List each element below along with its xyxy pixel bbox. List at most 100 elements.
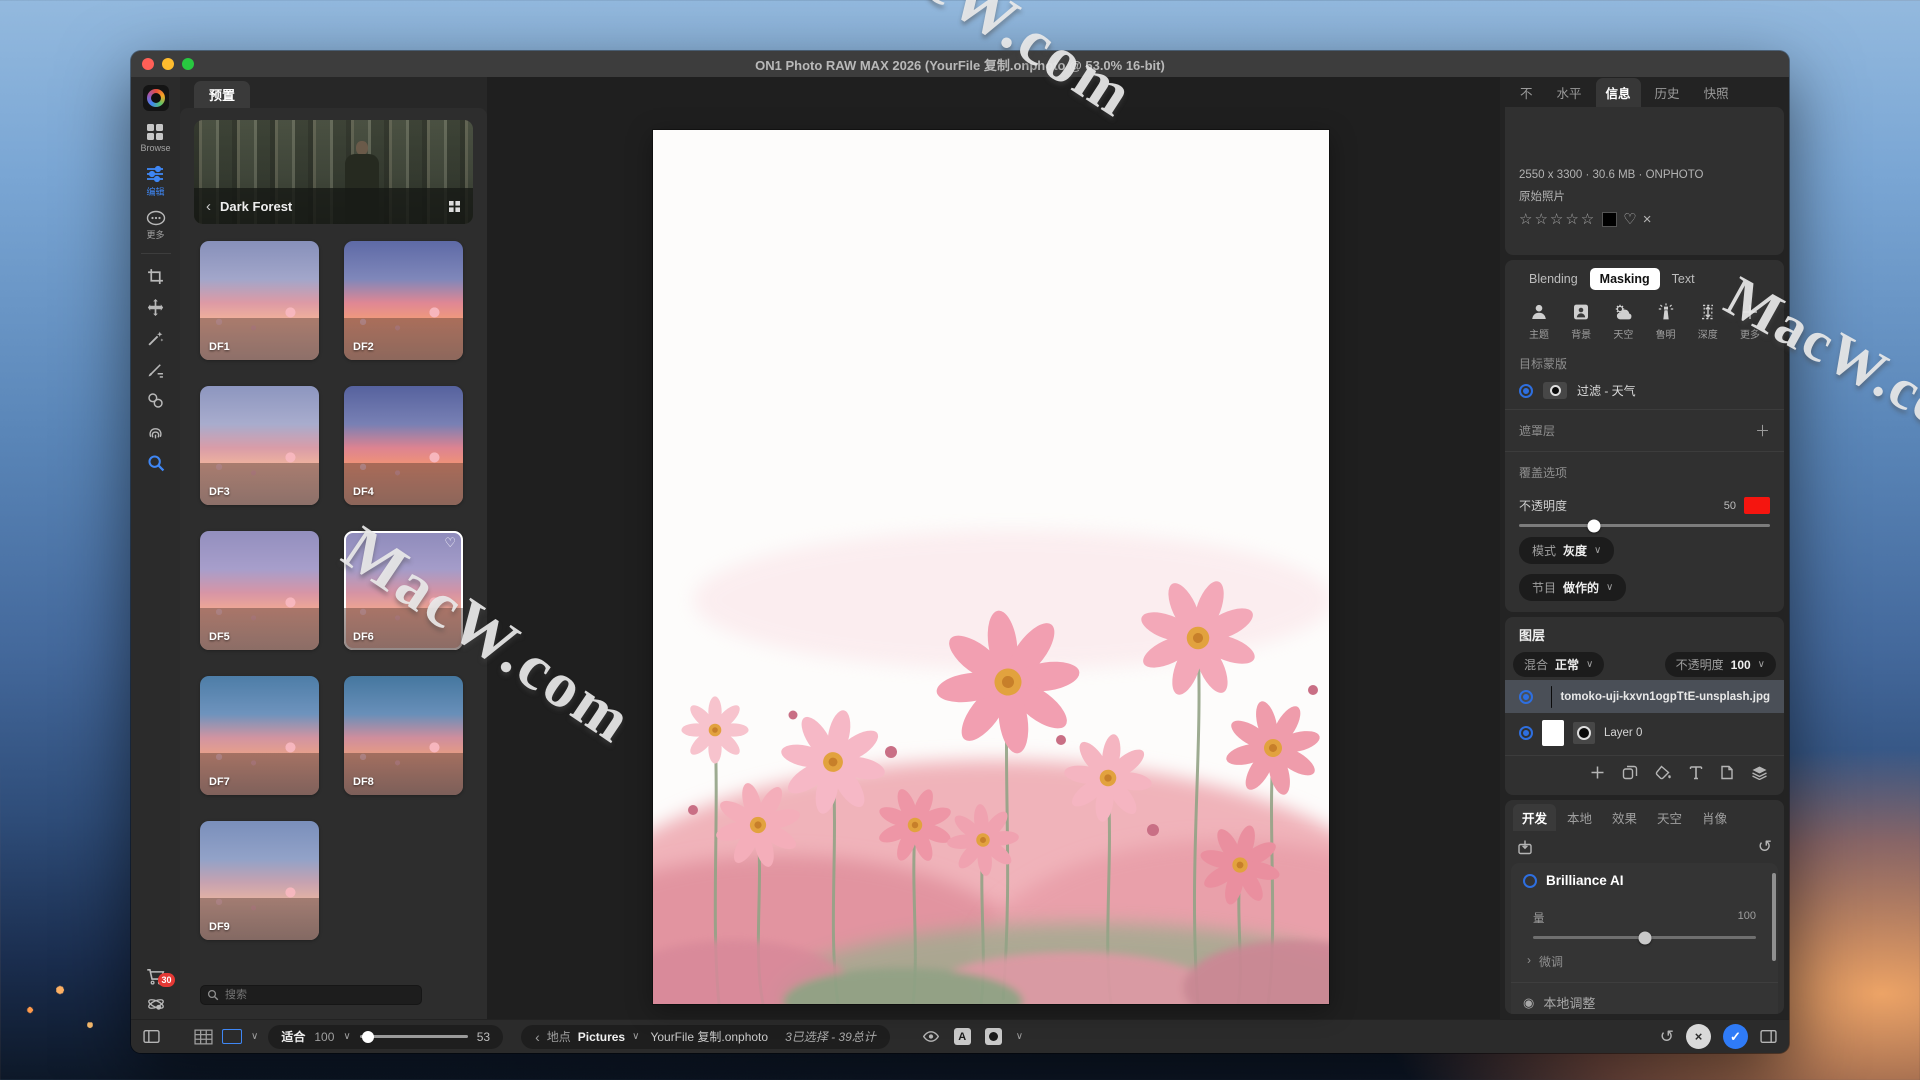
zoom-slider[interactable] [360, 1035, 468, 1038]
tab-masking[interactable]: Masking [1590, 268, 1660, 290]
layer-visibility-radio[interactable] [1519, 690, 1533, 704]
breadcrumb-root-label[interactable]: 地点 [547, 1028, 571, 1045]
preset-search-input[interactable] [200, 985, 422, 1005]
mask-tool-sky[interactable]: 天空 [1605, 302, 1641, 341]
mask-tool-more[interactable]: 更多 [1732, 302, 1768, 341]
duplicate-layer-icon[interactable] [1622, 765, 1638, 780]
zoom-window-button[interactable] [182, 58, 194, 70]
tab-develop[interactable]: 开发 [1513, 804, 1556, 831]
adjust-brush-tool-button[interactable] [147, 361, 164, 378]
preset-thumbnail[interactable]: DF2 [344, 241, 463, 360]
mask-tool-subject[interactable]: 主题 [1521, 302, 1557, 341]
tab-snapshots[interactable]: 快照 [1694, 78, 1739, 107]
zoom-tool-button[interactable] [147, 454, 165, 472]
brilliance-amount-slider[interactable] [1533, 936, 1756, 939]
layer-stack-icon[interactable] [1751, 765, 1768, 780]
minimize-window-button[interactable] [162, 58, 174, 70]
scrollbar-thumb[interactable] [1772, 873, 1776, 961]
preset-thumbnail[interactable]: DF7 [200, 676, 319, 795]
view-chevron-icon[interactable]: ∨ [251, 1031, 258, 1042]
local-adjustments-row[interactable]: ◉ 本地调整 [1523, 993, 1766, 1012]
sidebar-item-browse[interactable]: Browse [140, 123, 170, 153]
add-mask-layer-button[interactable]: ＋ [1755, 420, 1770, 441]
clone-stamp-tool-button[interactable] [147, 392, 164, 409]
magic-wand-tool-button[interactable] [147, 330, 164, 347]
export-layer-icon[interactable] [1720, 765, 1734, 780]
mask-tool-luminosity[interactable]: 鲁明 [1648, 302, 1684, 341]
favorite-heart-icon[interactable]: ♡ [444, 535, 456, 551]
tab-sky[interactable]: 天空 [1648, 804, 1691, 831]
preset-thumbnail[interactable]: DF4 [344, 386, 463, 505]
preset-thumbnail[interactable]: DF3 [200, 386, 319, 505]
brilliance-enable-radio[interactable] [1523, 874, 1537, 888]
preset-thumbnail[interactable]: DF1 [200, 241, 319, 360]
layer-opacity-dropdown[interactable]: 不透明度 100 ∨ [1665, 652, 1776, 677]
toggle-left-panel-icon[interactable] [143, 1029, 160, 1044]
mask-tool-depth[interactable]: 深度 [1690, 302, 1726, 341]
grid-view-icon[interactable] [194, 1029, 213, 1045]
fit-button[interactable]: 适合 [281, 1028, 305, 1045]
mask-program-dropdown[interactable]: 节目 做作的 ∨ [1519, 574, 1626, 601]
star-rating[interactable]: ☆☆☆☆☆ [1519, 210, 1596, 228]
slider-knob[interactable] [362, 1031, 374, 1043]
blend-mode-dropdown[interactable]: 混合 正常 ∨ [1513, 652, 1604, 677]
color-label-swatch[interactable] [1602, 212, 1617, 227]
layer-row[interactable]: Layer 0 [1505, 716, 1784, 749]
mask-opacity-slider[interactable] [1519, 524, 1770, 527]
apply-button[interactable]: ✓ [1723, 1024, 1748, 1049]
reset-develop-icon[interactable]: ↺ [1758, 837, 1772, 857]
compare-view-icon[interactable]: A [954, 1028, 971, 1045]
fill-bucket-icon[interactable] [1655, 765, 1672, 780]
tab-presets[interactable]: 预置 [194, 81, 250, 108]
text-layer-icon[interactable] [1689, 765, 1703, 780]
add-layer-icon[interactable] [1590, 765, 1605, 780]
preset-thumbnail[interactable]: DF5 [200, 531, 319, 650]
store-cart-button[interactable]: 30 [146, 968, 166, 985]
tab-effects[interactable]: 效果 [1603, 804, 1646, 831]
close-window-button[interactable] [142, 58, 154, 70]
layer-mask-icon[interactable] [1573, 722, 1595, 744]
sidebar-item-more[interactable]: 更多 [146, 210, 166, 241]
photo-document[interactable] [653, 130, 1329, 1004]
cancel-button[interactable]: × [1686, 1024, 1711, 1049]
mask-mode-dropdown[interactable]: 模式 灰度 ∨ [1519, 537, 1614, 564]
view-options-chevron-icon[interactable]: ∨ [1016, 1031, 1023, 1042]
collection-back-chevron-icon[interactable]: ‹ [206, 198, 211, 215]
mask-view-icon[interactable] [985, 1028, 1002, 1045]
preview-eye-icon[interactable] [922, 1029, 940, 1044]
mask-overlay-color-swatch[interactable] [1744, 497, 1770, 514]
sync-atom-button[interactable] [146, 995, 166, 1013]
slider-knob[interactable] [1588, 519, 1601, 532]
mask-tool-background[interactable]: 背景 [1563, 302, 1599, 341]
collection-grid-icon[interactable] [448, 200, 461, 213]
single-view-icon[interactable] [222, 1029, 242, 1044]
tab-text[interactable]: Text [1662, 268, 1705, 290]
target-mask-row[interactable]: 过滤 - 天气 [1519, 382, 1770, 399]
zoom-chevron-icon[interactable]: ∨ [343, 1031, 350, 1042]
tab-local[interactable]: 本地 [1558, 804, 1601, 831]
breadcrumb-chevron-icon[interactable]: ∨ [632, 1031, 639, 1042]
tab-nav[interactable]: 不 [1510, 78, 1543, 107]
move-tool-button[interactable] [147, 299, 164, 316]
preset-thumbnail[interactable]: DF9 [200, 821, 319, 940]
retouch-tool-button[interactable] [147, 423, 164, 440]
tab-portrait[interactable]: 肖像 [1693, 804, 1736, 831]
preset-thumbnail[interactable]: DF8 [344, 676, 463, 795]
breadcrumb-folder[interactable]: Pictures [578, 1030, 625, 1044]
fine-tune-disclosure[interactable]: › 微调 [1523, 953, 1766, 970]
canvas-area[interactable] [487, 77, 1500, 1019]
sidebar-item-edit[interactable]: 编辑 [146, 165, 164, 198]
toggle-right-panel-icon[interactable] [1760, 1029, 1777, 1044]
save-preset-icon[interactable] [1517, 839, 1533, 855]
tab-blending[interactable]: Blending [1519, 268, 1588, 290]
tab-levels[interactable]: 水平 [1547, 78, 1592, 107]
zoom-100-button[interactable]: 100 [314, 1030, 334, 1044]
tab-info[interactable]: 信息 [1596, 78, 1641, 107]
target-mask-radio[interactable] [1519, 384, 1533, 398]
preset-collection-cover[interactable]: ‹ Dark Forest [194, 120, 473, 224]
slider-knob[interactable] [1638, 931, 1651, 944]
reset-all-icon[interactable]: ↺ [1660, 1027, 1674, 1047]
tab-history[interactable]: 历史 [1645, 78, 1690, 107]
develop-scroll-area[interactable]: Brilliance AI 量 100 › 微调 ◉ 本地调整 [1511, 863, 1778, 1014]
layer-visibility-radio[interactable] [1519, 726, 1533, 740]
